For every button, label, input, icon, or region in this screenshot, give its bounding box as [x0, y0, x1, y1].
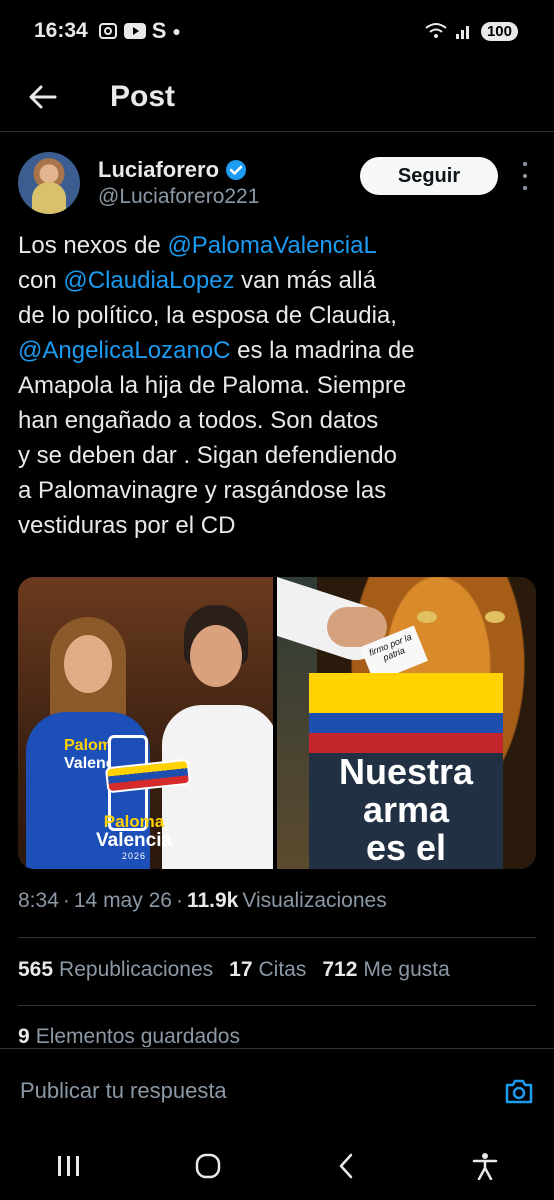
media-image-right[interactable]: firmo por la patria Nuestra arma es el: [277, 577, 536, 869]
notification-icons: S ●: [98, 18, 181, 44]
post-metadata: 8:34 · 14 may 26 · 11.9k Visualizaciones: [18, 889, 387, 913]
mention-link[interactable]: @AngelicaLozanoC: [18, 337, 231, 364]
name-row: Luciaforero: [98, 157, 259, 183]
recents-icon: [58, 1156, 80, 1176]
back-button[interactable]: [28, 82, 58, 112]
dot-icon: ●: [172, 23, 181, 39]
divider: [18, 1005, 536, 1006]
accessibility-button[interactable]: [465, 1146, 505, 1186]
woman-figure-right: [156, 605, 273, 869]
box-line-2: arma: [362, 789, 450, 830]
wifi-icon: [425, 23, 447, 38]
colombia-flag: [309, 673, 503, 753]
separator: ·: [62, 889, 70, 912]
handle[interactable]: @Luciaforero221: [98, 185, 259, 209]
system-navigation-bar: [0, 1132, 554, 1200]
logo-year: 2026: [122, 851, 147, 861]
accessibility-icon: [472, 1153, 497, 1180]
youtube-icon: [123, 23, 146, 39]
tweet-text-segment: Los nexos de: [18, 232, 168, 259]
tweet-text-segment: es la madrina de: [230, 337, 415, 364]
likes-count: 712: [322, 958, 358, 981]
reposts-label: Republicaciones: [59, 958, 214, 981]
chevron-left-icon: [340, 1153, 353, 1179]
author-info[interactable]: Luciaforero @Luciaforero221: [98, 157, 259, 209]
box-line-3: es el: [365, 827, 447, 868]
author-row: Luciaforero @Luciaforero221 Seguir: [18, 150, 536, 216]
campaign-logo: Paloma Valencia 2026: [96, 812, 173, 862]
display-name[interactable]: Luciaforero: [98, 157, 219, 183]
reposts-stat[interactable]: 565 Republicaciones: [18, 958, 213, 982]
battery-indicator: 100: [480, 21, 518, 41]
screenshot-icon: [98, 23, 117, 39]
ballot-box: Nuestra arma es el: [309, 673, 503, 869]
post-time: 8:34: [18, 889, 59, 912]
logo-line-2: Valencia: [96, 830, 173, 851]
verified-badge-icon: [226, 160, 247, 180]
back-nav-button[interactable]: [326, 1146, 366, 1186]
page-title: Post: [110, 79, 176, 113]
divider: [18, 937, 536, 938]
box-line-1: Nuestra: [338, 751, 474, 792]
likes-stat[interactable]: 712 Me gusta: [322, 958, 449, 982]
bookmarks-stat[interactable]: 9 Elementos guardados: [18, 1025, 240, 1047]
mention-link[interactable]: @ClaudiaLopez: [63, 267, 234, 294]
quotes-stat[interactable]: 17 Citas: [229, 958, 306, 982]
post-date: 14 may 26: [73, 889, 172, 912]
arrow-left-icon: [29, 85, 57, 108]
status-bar-left: 16:34 S ●: [34, 18, 181, 44]
s-app-icon: S: [151, 18, 167, 43]
signal-icon: [455, 26, 469, 39]
avatar[interactable]: [18, 152, 80, 214]
logo-line-1: Paloma: [103, 812, 165, 831]
tweet-text-segment: han engañado a todos. Son datos: [18, 407, 379, 434]
more-dot: [523, 174, 527, 178]
engagement-stats: 565 Republicaciones 17 Citas 712 Me gusta: [18, 958, 466, 982]
status-bar: 16:34 S ● 100: [0, 0, 554, 62]
tweet-text-segment: de lo político, la esposa de Claudia,: [18, 302, 397, 329]
likes-label: Me gusta: [363, 958, 450, 981]
quotes-count: 17: [229, 958, 253, 981]
media-gallery[interactable]: Paloma Valencia Paloma Valencia 2026 fir…: [18, 577, 536, 869]
reply-bar: [0, 1048, 554, 1132]
mention-link[interactable]: @PalomaValenciaL: [167, 232, 376, 259]
bookmarks-label: Elementos guardados: [35, 1025, 240, 1047]
more-options-button[interactable]: [520, 162, 530, 190]
quotes-label: Citas: [258, 958, 307, 981]
tweet-text: Los nexos de @PalomaValenciaL con @Claudi…: [18, 228, 538, 543]
more-dot: [523, 162, 527, 166]
bookmarks-count: 9: [18, 1025, 30, 1047]
reply-input[interactable]: [18, 1076, 472, 1105]
ballot-box-text: Nuestra arma es el: [309, 753, 503, 867]
camera-icon: [505, 1079, 533, 1104]
follow-button[interactable]: Seguir: [360, 157, 498, 195]
views-count[interactable]: 11.9k: [187, 889, 238, 913]
views-label[interactable]: Visualizaciones: [242, 889, 386, 913]
more-dot: [523, 186, 527, 190]
top-app-bar: Post: [0, 62, 554, 132]
camera-button[interactable]: [504, 1077, 534, 1105]
tweet-text-segment: van más allá: [234, 267, 376, 294]
status-bar-right: 100: [425, 21, 518, 41]
tweet-text-segment: vestiduras por el CD: [18, 512, 236, 539]
tweet-text-segment: y se deben dar . Sigan defendiendo: [18, 442, 397, 469]
tweet-text-segment: a Palomavinagre y rasgándose las: [18, 477, 387, 504]
reposts-count: 565: [18, 958, 54, 981]
recents-button[interactable]: [49, 1146, 89, 1186]
tweet-text-segment: Amapola la hija de Paloma. Siempre: [18, 372, 407, 399]
home-button[interactable]: [188, 1146, 228, 1186]
separator: ·: [175, 889, 183, 912]
clock: 16:34: [34, 19, 88, 42]
tweet-text-segment: con: [18, 267, 64, 294]
media-image-left[interactable]: Paloma Valencia Paloma Valencia 2026: [18, 577, 273, 869]
home-icon: [195, 1153, 220, 1179]
